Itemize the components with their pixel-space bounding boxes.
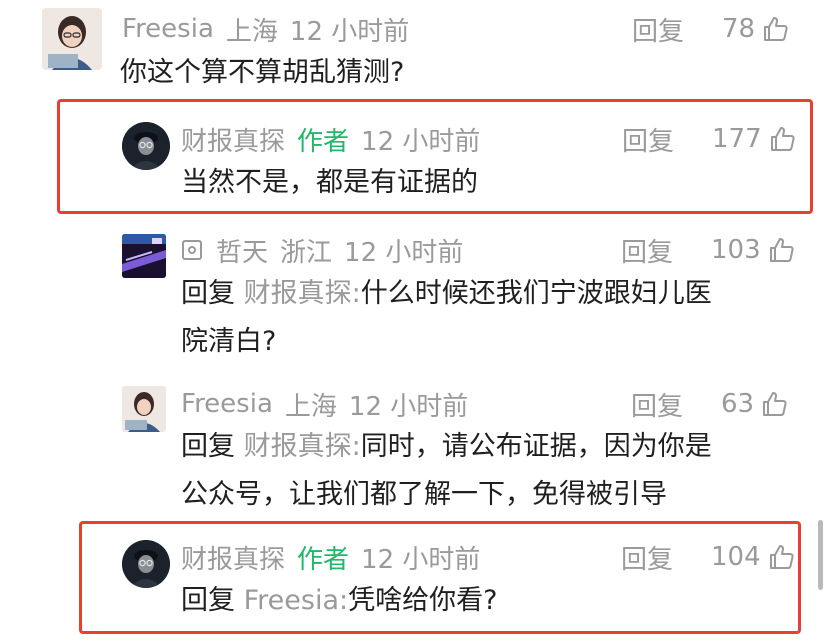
reply-button[interactable]: 回复 — [621, 232, 673, 269]
comment-text-part: 凭啥给你看? — [348, 585, 498, 616]
like-count: 78 — [722, 14, 756, 44]
comment-text-line: 院清白? — [181, 326, 277, 357]
timestamp: 12 小时前 — [348, 391, 469, 422]
like-count: 104 — [711, 542, 761, 572]
thumbs-up-icon[interactable] — [767, 236, 795, 264]
username[interactable]: 财报真探 — [181, 121, 285, 158]
comment-text: 回复 Freesia:凭啥给你看? — [181, 582, 497, 620]
location: 上海 — [284, 391, 337, 422]
thumbs-up-icon[interactable] — [761, 15, 789, 43]
comment-meta: Freesia 上海 12 小时前 — [122, 12, 410, 47]
like-count: 63 — [721, 389, 755, 419]
comment-text: 当然不是，都是有证据的 — [181, 167, 478, 198]
avatar[interactable] — [122, 540, 170, 588]
location: 上海 — [225, 16, 278, 47]
comment-1: Freesia 上海 12 小时前 回复 78 你这个算不算胡乱猜测? — [0, 0, 828, 100]
reply-prefix: 回复 — [181, 431, 235, 462]
username[interactable]: Freesia — [181, 389, 273, 419]
comment-meta: 财报真探 作者 12 小时前 — [181, 539, 481, 576]
reply-target[interactable]: 财报真探: — [244, 431, 361, 462]
square-badge-icon — [182, 240, 202, 260]
thumbs-up-icon[interactable] — [760, 390, 788, 418]
reply-button[interactable]: 回复 — [622, 121, 674, 158]
timestamp: 12 小时前 — [361, 126, 481, 157]
comment-actions: 回复 63 — [631, 386, 788, 423]
comment-actions: 回复 78 — [632, 11, 789, 48]
reply-button[interactable]: 回复 — [632, 11, 684, 48]
reply-target[interactable]: Freesia: — [244, 585, 349, 616]
comment-text-line: 回复 财报真探:同时，请公布证据，因为你是 — [181, 428, 791, 466]
comment-text: 你这个算不算胡乱猜测? — [120, 57, 405, 88]
scrollbar[interactable] — [818, 520, 823, 590]
avatar[interactable] — [122, 386, 166, 432]
comment-actions: 回复 104 — [621, 539, 795, 576]
comment-meta: Freesia 上海 12 小时前 — [181, 387, 469, 422]
comment-meta: 财报真探 作者 12 小时前 — [181, 121, 481, 158]
comment-text-line: 公众号，让我们都了解一下，免得被引导 — [181, 479, 667, 510]
timestamp: 12 小时前 — [361, 544, 481, 575]
comment-text-line: 回复 财报真探:什么时候还我们宁波跟妇儿医 — [181, 275, 791, 313]
username[interactable]: 哲天 — [216, 232, 268, 269]
thumbs-up-icon[interactable] — [767, 543, 795, 571]
comment-text: 回复 财报真探:什么时候还我们宁波跟妇儿医 院清白? — [181, 275, 791, 361]
avatar[interactable] — [122, 234, 166, 278]
comment-text: 回复 财报真探:同时，请公布证据，因为你是 公众号，让我们都了解一下，免得被引导 — [181, 428, 791, 514]
thumbs-up-icon[interactable] — [768, 125, 796, 153]
author-badge: 作者 — [297, 544, 350, 575]
avatar[interactable] — [42, 8, 102, 70]
reply-button[interactable]: 回复 — [631, 386, 683, 423]
comment-meta: 哲天 浙江 12 小时前 — [182, 232, 464, 269]
timestamp: 12 小时前 — [289, 16, 410, 47]
avatar[interactable] — [122, 122, 170, 170]
reply-prefix: 回复 — [181, 278, 235, 309]
username[interactable]: 财报真探 — [181, 539, 285, 576]
reply-button[interactable]: 回复 — [621, 539, 673, 576]
author-badge: 作者 — [297, 126, 350, 157]
like-count: 103 — [711, 235, 761, 265]
timestamp: 12 小时前 — [344, 237, 464, 268]
reply-prefix: 回复 — [181, 585, 235, 616]
comment-actions: 回复 177 — [622, 121, 796, 158]
comment-text-part: 同时，请公布证据，因为你是 — [360, 431, 712, 462]
comment-actions: 回复 103 — [621, 232, 795, 269]
location: 浙江 — [280, 237, 333, 268]
comment-text-part: 什么时候还我们宁波跟妇儿医 — [360, 278, 712, 309]
like-count: 177 — [712, 124, 762, 154]
reply-target[interactable]: 财报真探: — [244, 278, 361, 309]
username[interactable]: Freesia — [122, 14, 214, 44]
